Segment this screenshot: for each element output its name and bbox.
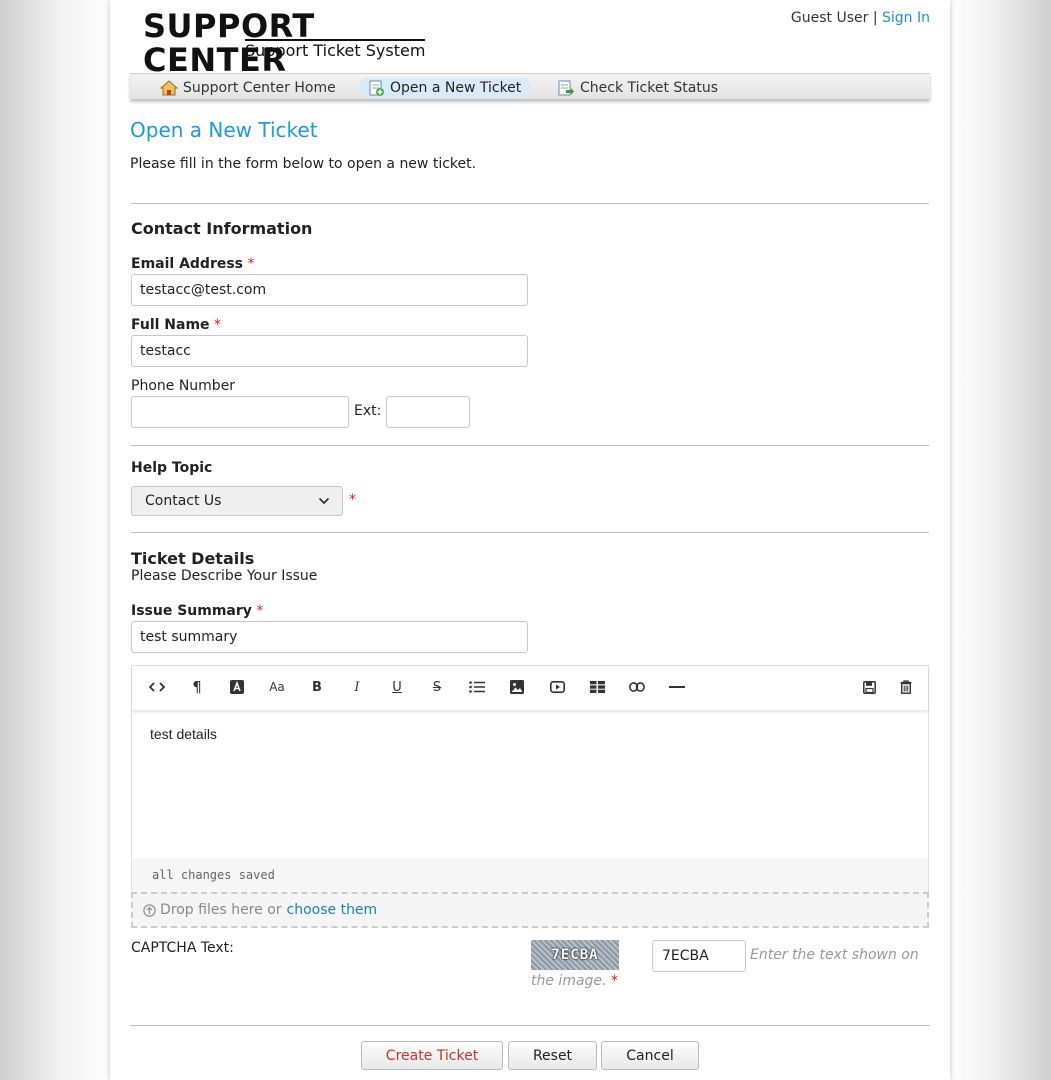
phone-field[interactable] <box>131 396 349 428</box>
font-color-icon[interactable] <box>226 677 248 697</box>
bold-icon[interactable]: B <box>306 677 328 697</box>
divider <box>131 203 929 204</box>
ticket-details-subheading: Please Describe Your Issue <box>131 568 318 584</box>
ext-field[interactable] <box>386 396 470 428</box>
editor-save-status: all changes saved <box>132 858 928 892</box>
captcha-field[interactable]: 7ECBA <box>652 940 746 972</box>
code-view-icon[interactable] <box>146 677 168 697</box>
link-icon[interactable] <box>626 677 648 697</box>
captcha-hint-cont: the image. * <box>531 973 618 989</box>
new-ticket-icon <box>369 80 384 96</box>
logo[interactable]: SUPPORT CENTER Support Ticket System <box>143 9 443 77</box>
choose-files-link[interactable]: choose them <box>287 894 378 926</box>
sign-in-link[interactable]: Sign In <box>882 10 930 26</box>
ext-label: Ext: <box>354 403 382 419</box>
email-label: Email Address * <box>131 256 254 272</box>
contact-info-heading: Contact Information <box>131 219 313 238</box>
email-label-text: Email Address <box>131 256 244 272</box>
nav-label: Open a New Ticket <box>390 79 522 96</box>
main-nav: Support Center Home Open a New Ticket Ch… <box>130 73 930 99</box>
issue-summary-field[interactable]: test summary <box>131 621 528 653</box>
font-size-icon[interactable]: Aa <box>266 677 288 697</box>
full-name-label-text: Full Name <box>131 317 210 333</box>
captcha-image: 7ECBA <box>531 940 619 970</box>
email-field[interactable]: testacc@test.com <box>131 274 528 306</box>
bulleted-list-icon[interactable] <box>466 677 488 697</box>
logo-subtitle: Support Ticket System <box>245 39 426 60</box>
delete-draft-icon[interactable] <box>895 677 917 697</box>
divider <box>131 532 929 533</box>
save-draft-icon[interactable] <box>858 677 880 697</box>
help-topic-label: Help Topic <box>131 460 212 476</box>
upload-icon <box>143 903 156 917</box>
issue-summary-label: Issue Summary * <box>131 603 263 619</box>
home-icon <box>160 79 178 95</box>
user-bar: Guest User | Sign In <box>791 10 930 26</box>
nav-support-home[interactable]: Support Center Home <box>160 78 336 97</box>
required-marker: * <box>247 256 255 272</box>
cancel-button[interactable]: Cancel <box>601 1041 699 1070</box>
ticket-details-heading: Ticket Details <box>131 549 255 568</box>
horizontal-rule-icon[interactable] <box>666 677 688 697</box>
create-ticket-button[interactable]: Create Ticket <box>361 1041 503 1070</box>
strikethrough-icon[interactable]: S <box>426 677 448 697</box>
nav-check-status[interactable]: Check Ticket Status <box>557 78 718 97</box>
paragraph-icon[interactable]: ¶ <box>186 677 208 697</box>
page-container: SUPPORT CENTER Support Ticket System Gue… <box>110 0 950 1080</box>
full-name-field[interactable]: testacc <box>131 335 528 367</box>
nav-label: Check Ticket Status <box>580 79 718 96</box>
captcha-label: CAPTCHA Text: <box>131 940 234 956</box>
video-icon[interactable] <box>546 677 568 697</box>
editor-toolbar: ¶ Aa B I U S <box>132 666 928 710</box>
editor-body[interactable]: test details <box>150 726 217 742</box>
nav-label: Support Center Home <box>183 79 336 96</box>
ticket-status-icon <box>558 80 574 95</box>
phone-label: Phone Number <box>131 378 236 394</box>
required-marker: * <box>256 603 264 619</box>
help-topic-select[interactable]: Contact Us <box>131 486 343 516</box>
reset-button[interactable]: Reset <box>508 1041 597 1070</box>
intro-text: Please fill in the form below to open a … <box>130 156 477 172</box>
divider <box>131 445 929 446</box>
full-name-label: Full Name * <box>131 317 221 333</box>
help-topic-selected: Contact Us <box>145 493 222 509</box>
required-marker: * <box>214 317 222 333</box>
nav-open-ticket[interactable]: Open a New Ticket <box>359 78 532 97</box>
table-icon[interactable] <box>586 677 608 697</box>
underline-icon[interactable]: U <box>386 677 408 697</box>
rich-text-editor: ¶ Aa B I U S test details all changes sa… <box>131 665 929 893</box>
issue-summary-label-text: Issue Summary <box>131 603 252 619</box>
drop-files-text: Drop files here or <box>160 902 282 918</box>
guest-user-label: Guest User | <box>790 10 878 26</box>
image-icon[interactable] <box>506 677 528 697</box>
chevron-down-icon <box>318 497 330 505</box>
captcha-hint: Enter the text shown on <box>750 947 919 963</box>
divider <box>130 1025 930 1026</box>
required-marker: * <box>610 973 618 989</box>
file-dropzone[interactable]: Drop files here or choose them <box>131 892 929 928</box>
help-topic-label-text: Help Topic <box>131 460 213 476</box>
captcha-hint-text: the image. <box>531 973 607 989</box>
required-marker: * <box>349 492 356 508</box>
page-title: Open a New Ticket <box>130 118 318 142</box>
italic-icon[interactable]: I <box>346 677 368 697</box>
